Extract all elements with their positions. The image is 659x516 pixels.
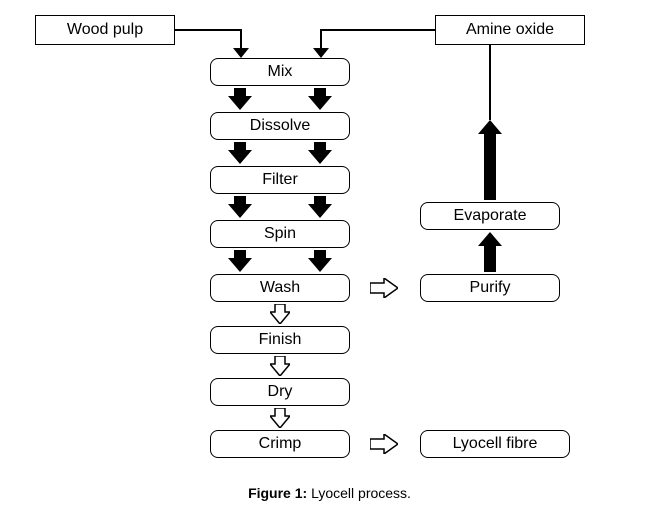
solid-arrow-down-icon [308,88,332,110]
step-crimp: Crimp [210,430,350,458]
step-label: Mix [268,63,293,81]
connector-line [320,29,435,31]
connector-line [175,29,240,31]
hollow-arrow-down-icon [270,356,290,376]
hollow-arrow-right-icon [370,278,398,298]
step-label: Filter [262,171,298,189]
step-purify: Purify [420,274,560,302]
figure-caption: Figure 1: Lyocell process. [0,485,659,501]
solid-arrow-down-icon [308,250,332,272]
caption-label: Figure 1: [248,485,307,501]
solid-arrow-down-icon [308,196,332,218]
step-finish: Finish [210,326,350,354]
step-dissolve: Dissolve [210,112,350,140]
step-evaporate: Evaporate [420,202,560,230]
step-label: Dissolve [250,117,310,135]
caption-text: Lyocell process. [307,485,411,501]
hollow-arrow-right-icon [370,434,398,454]
solid-arrow-down-icon [228,250,252,272]
step-label: Finish [259,331,302,349]
input-wood-pulp: Wood pulp [35,15,175,45]
connector-line [489,45,491,120]
input-label: Amine oxide [466,21,554,39]
hollow-arrow-down-icon [270,408,290,428]
step-filter: Filter [210,166,350,194]
solid-arrow-down-icon [228,142,252,164]
step-label: Evaporate [454,207,527,225]
step-mix: Mix [210,58,350,86]
step-label: Crimp [259,435,302,453]
solid-arrow-up-icon [478,120,502,200]
step-label: Wash [260,279,300,297]
step-label: Dry [268,383,293,401]
step-spin: Spin [210,220,350,248]
arrowhead-icon [313,48,329,58]
output-lyocell-fibre: Lyocell fibre [420,430,570,458]
arrowhead-icon [233,48,249,58]
solid-arrow-down-icon [228,196,252,218]
input-label: Wood pulp [67,21,143,39]
solid-arrow-down-icon [308,142,332,164]
step-label: Purify [470,279,511,297]
input-amine-oxide: Amine oxide [435,15,585,45]
step-label: Spin [264,225,296,243]
step-wash: Wash [210,274,350,302]
solid-arrow-up-icon [478,232,502,272]
solid-arrow-down-icon [228,88,252,110]
step-dry: Dry [210,378,350,406]
output-label: Lyocell fibre [453,435,538,453]
hollow-arrow-down-icon [270,304,290,324]
